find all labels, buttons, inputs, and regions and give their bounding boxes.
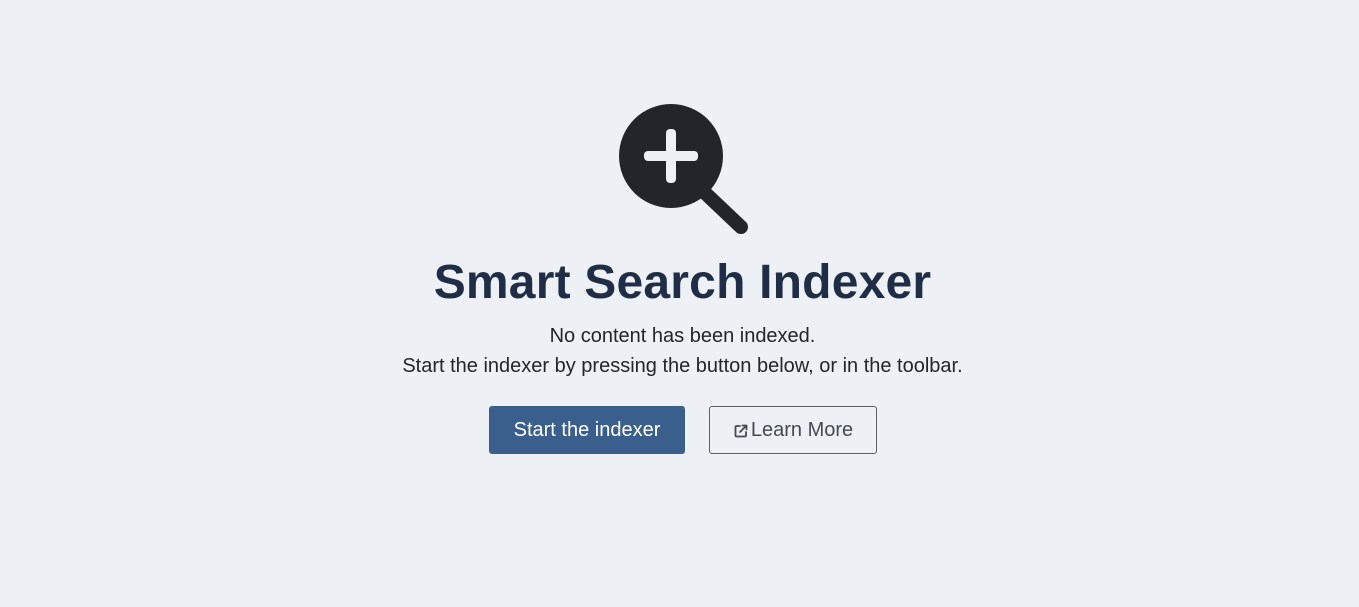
empty-state: Smart Search Indexer No content has been… (0, 0, 1359, 607)
start-indexer-label: Start the indexer (513, 418, 661, 441)
learn-more-button[interactable]: Learn More (709, 406, 877, 454)
external-link-icon (734, 424, 748, 438)
empty-message-line-2: Start the indexer by pressing the button… (402, 355, 963, 377)
learn-more-label: Learn More (750, 418, 854, 441)
empty-message-line-1: No content has been indexed. (549, 325, 816, 347)
page-title: Smart Search Indexer (433, 256, 932, 309)
search-plus-icon (619, 104, 748, 234)
start-indexer-button[interactable]: Start the indexer (489, 406, 685, 454)
